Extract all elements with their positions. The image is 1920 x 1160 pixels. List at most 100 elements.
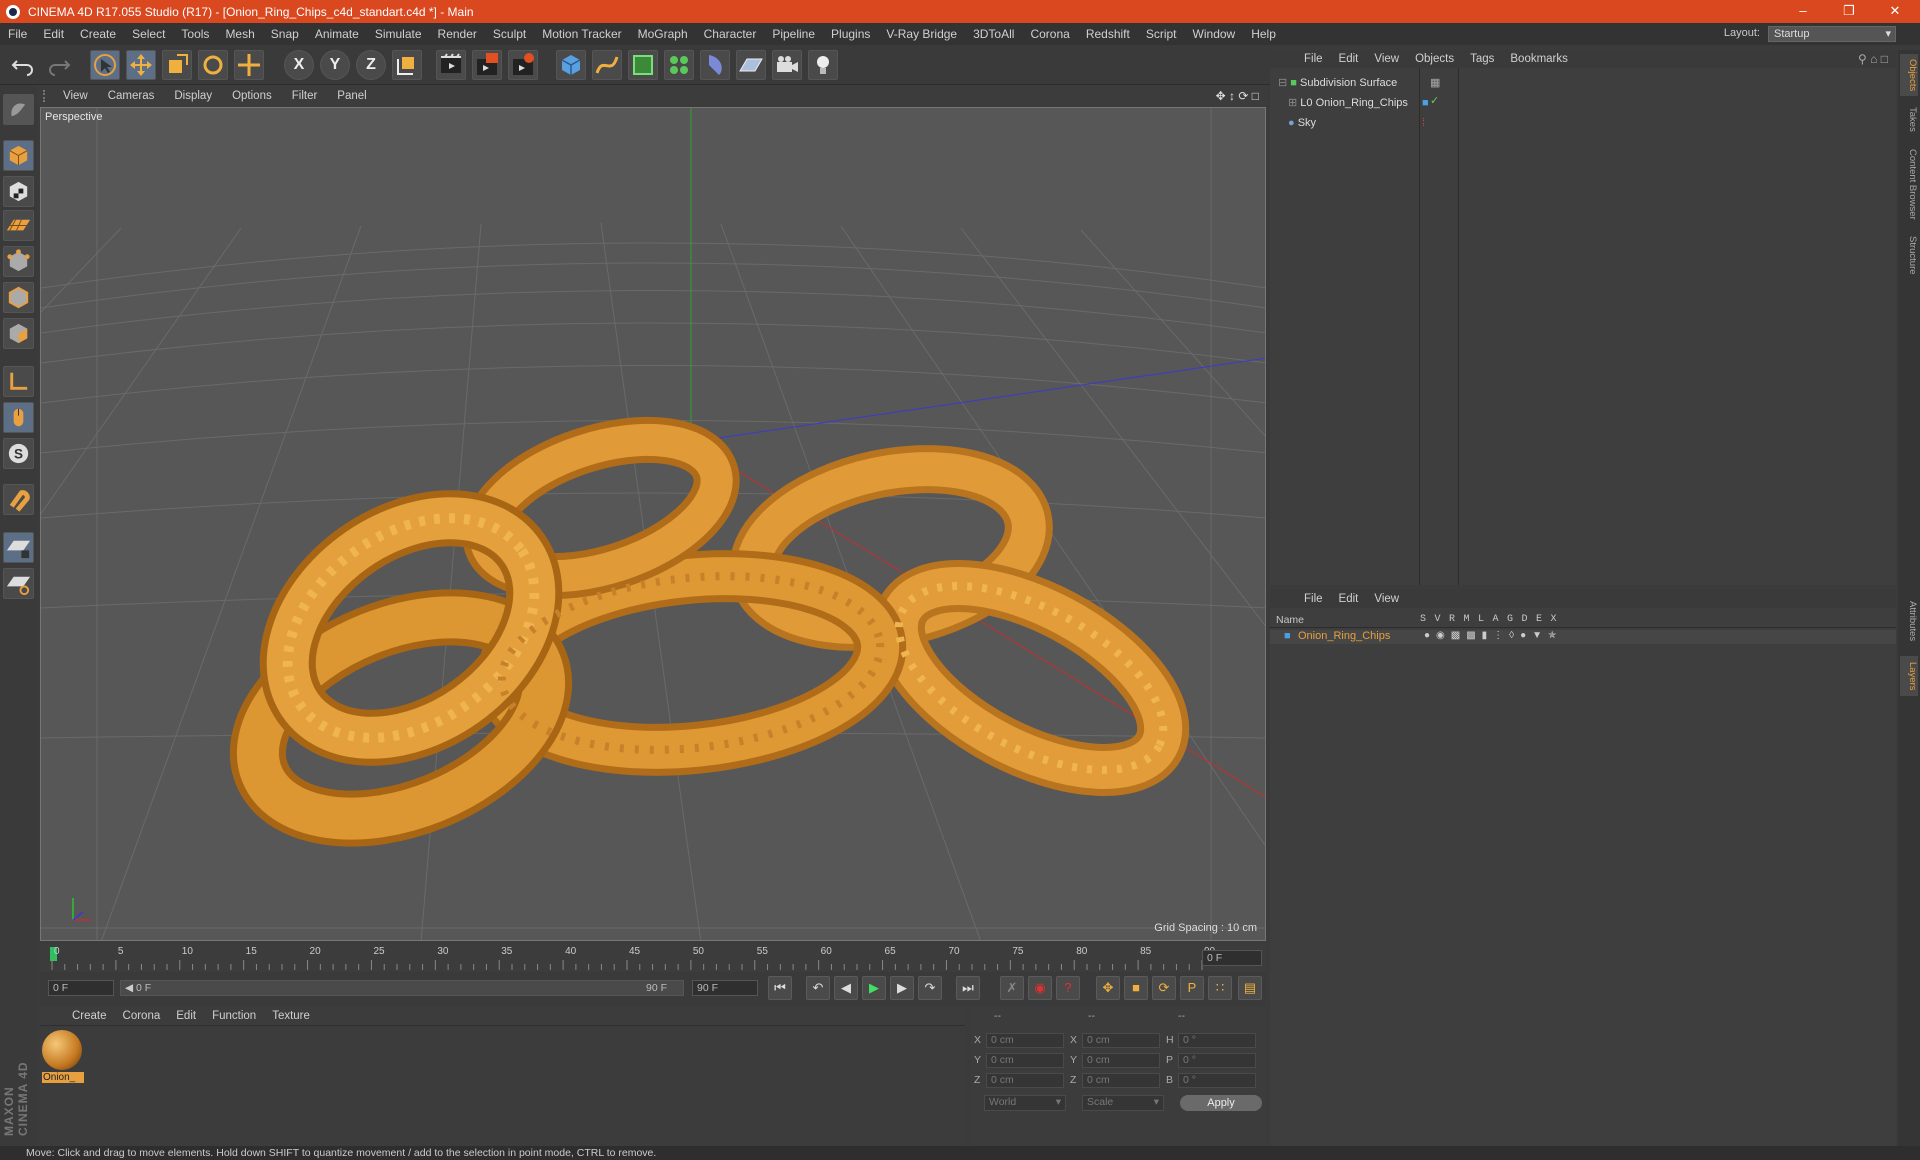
axis-mode-button[interactable] bbox=[3, 366, 34, 397]
menu-sculpt[interactable]: Sculpt bbox=[485, 27, 534, 41]
menu-mograph[interactable]: MoGraph bbox=[630, 27, 696, 41]
play-forward-icon[interactable]: ▶ bbox=[862, 976, 886, 1000]
object-visibility-icon[interactable]: ▦ ✓ bbox=[1430, 74, 1440, 110]
camera-button[interactable] bbox=[772, 50, 802, 80]
viewport-menu-cameras[interactable]: Cameras bbox=[98, 90, 165, 102]
redo-button[interactable] bbox=[44, 50, 74, 80]
transform-tool-button[interactable] bbox=[234, 50, 264, 80]
material-menu-function[interactable]: Function bbox=[204, 1010, 264, 1022]
menu-simulate[interactable]: Simulate bbox=[367, 27, 430, 41]
object-row-sky[interactable]: ● Sky : bbox=[1288, 114, 1425, 132]
layer-menu-view[interactable]: View bbox=[1366, 593, 1407, 605]
coordinate-system-button[interactable] bbox=[392, 50, 422, 80]
undo-button[interactable] bbox=[8, 50, 38, 80]
obj-menu-tags[interactable]: Tags bbox=[1462, 53, 1502, 65]
edges-mode-button[interactable] bbox=[3, 282, 34, 313]
key-parameter-icon[interactable]: P bbox=[1180, 976, 1204, 1000]
menu-file[interactable]: File bbox=[0, 27, 35, 41]
layer-menu-file[interactable]: File bbox=[1296, 593, 1331, 605]
menu-script[interactable]: Script bbox=[1138, 27, 1185, 41]
material-swatch[interactable]: Onion_ bbox=[42, 1030, 84, 1086]
workplane-mode-button[interactable] bbox=[3, 210, 34, 241]
world-select[interactable]: World ▾ bbox=[984, 1095, 1066, 1111]
timeline-ruler[interactable]: 051015202530354045505560657075808590 0 F bbox=[40, 944, 1266, 972]
obj-menu-objects[interactable]: Objects bbox=[1407, 53, 1462, 65]
workplane-lock-button[interactable] bbox=[3, 532, 34, 563]
y-axis-button[interactable]: Y bbox=[320, 50, 350, 80]
tab-content-browser[interactable]: Content Browser bbox=[1900, 146, 1918, 222]
grid-workplane-button[interactable] bbox=[3, 568, 34, 599]
viewport-menu-filter[interactable]: Filter bbox=[282, 90, 328, 102]
go-to-start-icon[interactable]: ⏮ bbox=[768, 976, 792, 1000]
material-menu-corona[interactable]: Corona bbox=[115, 1010, 169, 1022]
restore-button[interactable]: ❐ bbox=[1826, 0, 1872, 23]
key-scale-icon[interactable]: ■ bbox=[1124, 976, 1148, 1000]
obj-menu-bookmarks[interactable]: Bookmarks bbox=[1502, 53, 1576, 65]
scale-select[interactable]: Scale ▾ bbox=[1082, 1095, 1164, 1111]
minimize-button[interactable]: – bbox=[1780, 0, 1826, 23]
pos-z-field[interactable]: 0 cm bbox=[986, 1073, 1064, 1088]
material-menu-edit[interactable]: Edit bbox=[168, 1010, 204, 1022]
max-frame-field[interactable]: 90 F bbox=[692, 980, 758, 996]
tweak-mode-button[interactable] bbox=[3, 402, 34, 433]
tab-attributes[interactable]: Attributes bbox=[1900, 594, 1918, 648]
live-selection-button[interactable] bbox=[90, 50, 120, 80]
x-axis-button[interactable]: X bbox=[284, 50, 314, 80]
model-mode-button[interactable] bbox=[3, 140, 34, 171]
previous-frame-icon[interactable]: ◀ bbox=[834, 976, 858, 1000]
material-menu-create[interactable]: Create bbox=[64, 1010, 115, 1022]
cube-object-button[interactable] bbox=[556, 50, 586, 80]
obj-menu-view[interactable]: View bbox=[1366, 53, 1407, 65]
perspective-viewport[interactable]: Perspective Grid Spacing : 10 cm bbox=[40, 107, 1266, 941]
menu-animate[interactable]: Animate bbox=[307, 27, 367, 41]
snap-button[interactable]: S bbox=[3, 438, 34, 469]
key-pla-icon[interactable]: ∷ bbox=[1208, 976, 1232, 1000]
obj-menu-edit[interactable]: Edit bbox=[1331, 53, 1367, 65]
texture-mode-button[interactable] bbox=[3, 176, 34, 207]
apply-button[interactable]: Apply bbox=[1180, 1095, 1262, 1111]
menu-motion-tracker[interactable]: Motion Tracker bbox=[534, 27, 629, 41]
viewport-menu-options[interactable]: Options bbox=[222, 90, 282, 102]
viewport-menu-view[interactable]: View bbox=[53, 90, 98, 102]
magnet-icon[interactable] bbox=[3, 484, 34, 515]
key-rotation-icon[interactable]: ⟳ bbox=[1152, 976, 1176, 1000]
pos-y-field[interactable]: 0 cm bbox=[986, 1053, 1064, 1068]
menu-window[interactable]: Window bbox=[1185, 27, 1244, 41]
go-to-previous-key-icon[interactable]: ↶ bbox=[806, 976, 830, 1000]
timeline-window-icon[interactable]: ▤ bbox=[1238, 976, 1262, 1000]
rotate-tool-button[interactable] bbox=[198, 50, 228, 80]
move-tool-button[interactable] bbox=[126, 50, 156, 80]
onion-ring-chips-model[interactable] bbox=[228, 414, 1192, 858]
go-to-next-key-icon[interactable]: ↷ bbox=[918, 976, 942, 1000]
spline-pen-button[interactable] bbox=[592, 50, 622, 80]
object-row-onion-ring-chips[interactable]: ⊞ L0 Onion_Ring_Chips ■ : bbox=[1288, 94, 1429, 127]
layer-menu-edit[interactable]: Edit bbox=[1331, 593, 1367, 605]
obj-menu-file[interactable]: File bbox=[1296, 53, 1331, 65]
rot-h-field[interactable]: 0 ° bbox=[1178, 1033, 1256, 1048]
menu-redshift[interactable]: Redshift bbox=[1078, 27, 1138, 41]
pos-x-field[interactable]: 0 cm bbox=[986, 1033, 1064, 1048]
viewport-menu-panel[interactable]: Panel bbox=[327, 90, 376, 102]
rot-p-field[interactable]: 0 ° bbox=[1178, 1053, 1256, 1068]
menu-create[interactable]: Create bbox=[72, 27, 124, 41]
layer-flag-icons[interactable]: ●◉▩▩▮⋮◊●▼✯ bbox=[1424, 630, 1562, 641]
layout-select[interactable]: Startup ▾ bbox=[1768, 26, 1896, 42]
cloner-button[interactable] bbox=[664, 50, 694, 80]
menu-render[interactable]: Render bbox=[430, 27, 485, 41]
search-icon[interactable]: ⚲ ⌂ □ bbox=[1858, 52, 1888, 66]
tab-structure[interactable]: Structure bbox=[1900, 230, 1918, 280]
light-button[interactable] bbox=[808, 50, 838, 80]
menu-mesh[interactable]: Mesh bbox=[217, 27, 262, 41]
menu-edit[interactable]: Edit bbox=[35, 27, 72, 41]
render-settings-button[interactable] bbox=[508, 50, 538, 80]
scale-tool-button[interactable] bbox=[162, 50, 192, 80]
record-keyframes-icon[interactable]: ✗ bbox=[1000, 976, 1024, 1000]
object-visibility-dots[interactable]: : bbox=[1422, 114, 1425, 132]
menu-character[interactable]: Character bbox=[696, 27, 765, 41]
z-axis-button[interactable]: Z bbox=[356, 50, 386, 80]
layer-row[interactable]: ■ Onion_Ring_Chips ●◉▩▩▮⋮◊●▼✯ bbox=[1270, 630, 1896, 644]
menu-select[interactable]: Select bbox=[124, 27, 173, 41]
current-frame-field[interactable]: 0 F bbox=[48, 980, 114, 996]
keyframe-selection-icon[interactable]: ? bbox=[1056, 976, 1080, 1000]
viewport-menu-display[interactable]: Display bbox=[164, 90, 222, 102]
